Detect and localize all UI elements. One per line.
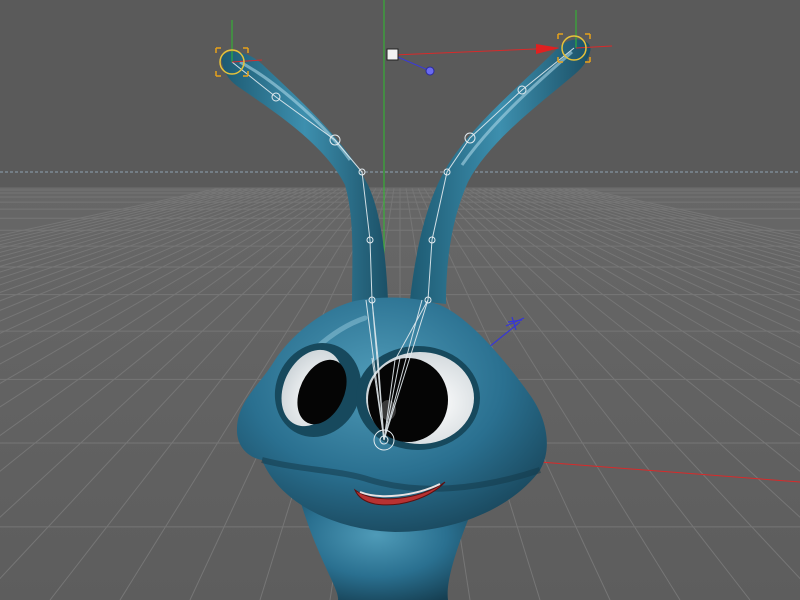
viewport-scene[interactable] xyxy=(0,0,800,600)
3d-viewport[interactable] xyxy=(0,0,800,600)
light-icon[interactable] xyxy=(425,66,435,76)
right-eye[interactable] xyxy=(356,346,480,450)
right-pupil xyxy=(368,358,448,442)
